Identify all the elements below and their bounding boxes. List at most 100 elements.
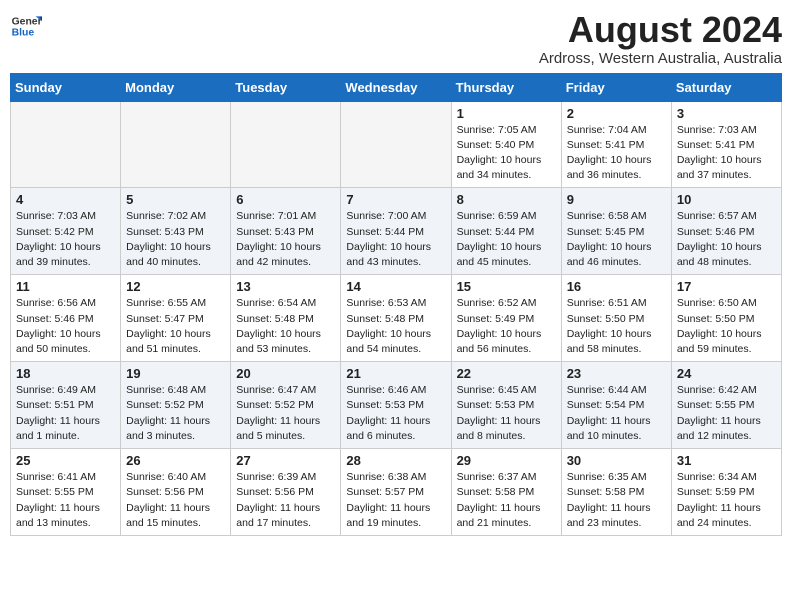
calendar-week-row: 25 Sunrise: 6:41 AM Sunset: 5:55 PM Dayli… (11, 449, 782, 536)
day-number: 28 (346, 453, 445, 468)
calendar-table: SundayMondayTuesdayWednesdayThursdayFrid… (10, 73, 782, 536)
day-info: Sunrise: 6:49 AM Sunset: 5:51 PM Dayligh… (16, 383, 115, 444)
weekday-header-sunday: Sunday (11, 73, 121, 101)
day-info: Sunrise: 6:44 AM Sunset: 5:54 PM Dayligh… (567, 383, 666, 444)
day-info: Sunrise: 6:37 AM Sunset: 5:58 PM Dayligh… (457, 470, 556, 531)
day-number: 10 (677, 192, 776, 207)
day-info: Sunrise: 7:03 AM Sunset: 5:41 PM Dayligh… (677, 123, 776, 184)
day-info: Sunrise: 6:58 AM Sunset: 5:45 PM Dayligh… (567, 209, 666, 270)
day-number: 19 (126, 366, 225, 381)
day-number: 26 (126, 453, 225, 468)
calendar-cell: 12 Sunrise: 6:55 AM Sunset: 5:47 PM Dayli… (121, 275, 231, 362)
calendar-subtitle: Ardross, Western Australia, Australia (539, 50, 782, 67)
calendar-cell: 23 Sunrise: 6:44 AM Sunset: 5:54 PM Dayli… (561, 362, 671, 449)
svg-text:General: General (12, 16, 42, 27)
day-info: Sunrise: 7:05 AM Sunset: 5:40 PM Dayligh… (457, 123, 556, 184)
calendar-week-row: 1 Sunrise: 7:05 AM Sunset: 5:40 PM Daylig… (11, 101, 782, 188)
calendar-cell: 15 Sunrise: 6:52 AM Sunset: 5:49 PM Dayli… (451, 275, 561, 362)
calendar-cell: 10Sunrise: 6:57 AM Sunset: 5:46 PM Dayli… (671, 188, 781, 275)
day-info: Sunrise: 7:02 AM Sunset: 5:43 PM Dayligh… (126, 209, 225, 270)
weekday-header-wednesday: Wednesday (341, 73, 451, 101)
weekday-header-tuesday: Tuesday (231, 73, 341, 101)
weekday-header-row: SundayMondayTuesdayWednesdayThursdayFrid… (11, 73, 782, 101)
day-number: 29 (457, 453, 556, 468)
day-number: 5 (126, 192, 225, 207)
day-number: 2 (567, 106, 666, 121)
day-info: Sunrise: 7:03 AM Sunset: 5:42 PM Dayligh… (16, 209, 115, 270)
calendar-cell: 16Sunrise: 6:51 AM Sunset: 5:50 PM Dayli… (561, 275, 671, 362)
day-info: Sunrise: 6:46 AM Sunset: 5:53 PM Dayligh… (346, 383, 445, 444)
day-number: 17 (677, 279, 776, 294)
day-number: 24 (677, 366, 776, 381)
day-number: 1 (457, 106, 556, 121)
day-number: 14 (346, 279, 445, 294)
calendar-cell: 9 Sunrise: 6:58 AM Sunset: 5:45 PM Daylig… (561, 188, 671, 275)
calendar-cell: 20 Sunrise: 6:47 AM Sunset: 5:52 PM Dayli… (231, 362, 341, 449)
calendar-cell: 24Sunrise: 6:42 AM Sunset: 5:55 PM Dayli… (671, 362, 781, 449)
calendar-cell: 19 Sunrise: 6:48 AM Sunset: 5:52 PM Dayli… (121, 362, 231, 449)
logo: General Blue (10, 10, 42, 42)
day-info: Sunrise: 6:45 AM Sunset: 5:53 PM Dayligh… (457, 383, 556, 444)
calendar-cell: 13Sunrise: 6:54 AM Sunset: 5:48 PM Dayli… (231, 275, 341, 362)
day-number: 9 (567, 192, 666, 207)
day-number: 8 (457, 192, 556, 207)
day-info: Sunrise: 6:56 AM Sunset: 5:46 PM Dayligh… (16, 296, 115, 357)
calendar-cell: 2 Sunrise: 7:04 AM Sunset: 5:41 PM Daylig… (561, 101, 671, 188)
calendar-cell: 17 Sunrise: 6:50 AM Sunset: 5:50 PM Dayli… (671, 275, 781, 362)
calendar-cell (121, 101, 231, 188)
logo-icon: General Blue (10, 10, 42, 42)
day-info: Sunrise: 6:54 AM Sunset: 5:48 PM Dayligh… (236, 296, 335, 357)
day-number: 30 (567, 453, 666, 468)
page-header: General Blue August 2024 Ardross, Wester… (10, 10, 782, 67)
day-info: Sunrise: 6:39 AM Sunset: 5:56 PM Dayligh… (236, 470, 335, 531)
day-info: Sunrise: 7:01 AM Sunset: 5:43 PM Dayligh… (236, 209, 335, 270)
calendar-cell: 11 Sunrise: 6:56 AM Sunset: 5:46 PM Dayli… (11, 275, 121, 362)
day-info: Sunrise: 7:00 AM Sunset: 5:44 PM Dayligh… (346, 209, 445, 270)
calendar-title: August 2024 (539, 10, 782, 50)
calendar-week-row: 11 Sunrise: 6:56 AM Sunset: 5:46 PM Dayli… (11, 275, 782, 362)
day-number: 20 (236, 366, 335, 381)
calendar-cell: 18 Sunrise: 6:49 AM Sunset: 5:51 PM Dayli… (11, 362, 121, 449)
day-number: 4 (16, 192, 115, 207)
day-number: 3 (677, 106, 776, 121)
calendar-cell: 27Sunrise: 6:39 AM Sunset: 5:56 PM Dayli… (231, 449, 341, 536)
calendar-cell: 7 Sunrise: 7:00 AM Sunset: 5:44 PM Daylig… (341, 188, 451, 275)
calendar-cell: 1 Sunrise: 7:05 AM Sunset: 5:40 PM Daylig… (451, 101, 561, 188)
day-info: Sunrise: 6:59 AM Sunset: 5:44 PM Dayligh… (457, 209, 556, 270)
day-info: Sunrise: 6:38 AM Sunset: 5:57 PM Dayligh… (346, 470, 445, 531)
day-info: Sunrise: 7:04 AM Sunset: 5:41 PM Dayligh… (567, 123, 666, 184)
calendar-cell: 28 Sunrise: 6:38 AM Sunset: 5:57 PM Dayli… (341, 449, 451, 536)
day-number: 18 (16, 366, 115, 381)
calendar-cell: 25 Sunrise: 6:41 AM Sunset: 5:55 PM Dayli… (11, 449, 121, 536)
day-info: Sunrise: 6:51 AM Sunset: 5:50 PM Dayligh… (567, 296, 666, 357)
day-info: Sunrise: 6:41 AM Sunset: 5:55 PM Dayligh… (16, 470, 115, 531)
day-info: Sunrise: 6:40 AM Sunset: 5:56 PM Dayligh… (126, 470, 225, 531)
day-number: 6 (236, 192, 335, 207)
day-info: Sunrise: 6:34 AM Sunset: 5:59 PM Dayligh… (677, 470, 776, 531)
calendar-week-row: 18 Sunrise: 6:49 AM Sunset: 5:51 PM Dayli… (11, 362, 782, 449)
calendar-cell: 21Sunrise: 6:46 AM Sunset: 5:53 PM Dayli… (341, 362, 451, 449)
day-number: 15 (457, 279, 556, 294)
day-number: 11 (16, 279, 115, 294)
day-info: Sunrise: 6:48 AM Sunset: 5:52 PM Dayligh… (126, 383, 225, 444)
calendar-week-row: 4 Sunrise: 7:03 AM Sunset: 5:42 PM Daylig… (11, 188, 782, 275)
calendar-cell: 5 Sunrise: 7:02 AM Sunset: 5:43 PM Daylig… (121, 188, 231, 275)
day-info: Sunrise: 6:50 AM Sunset: 5:50 PM Dayligh… (677, 296, 776, 357)
title-block: August 2024 Ardross, Western Australia, … (539, 10, 782, 67)
calendar-cell: 6 Sunrise: 7:01 AM Sunset: 5:43 PM Daylig… (231, 188, 341, 275)
day-info: Sunrise: 6:52 AM Sunset: 5:49 PM Dayligh… (457, 296, 556, 357)
calendar-cell: 3 Sunrise: 7:03 AM Sunset: 5:41 PM Daylig… (671, 101, 781, 188)
calendar-cell: 4 Sunrise: 7:03 AM Sunset: 5:42 PM Daylig… (11, 188, 121, 275)
day-number: 25 (16, 453, 115, 468)
weekday-header-thursday: Thursday (451, 73, 561, 101)
day-number: 23 (567, 366, 666, 381)
day-info: Sunrise: 6:55 AM Sunset: 5:47 PM Dayligh… (126, 296, 225, 357)
calendar-cell: 29 Sunrise: 6:37 AM Sunset: 5:58 PM Dayli… (451, 449, 561, 536)
day-info: Sunrise: 6:47 AM Sunset: 5:52 PM Dayligh… (236, 383, 335, 444)
day-number: 12 (126, 279, 225, 294)
day-number: 7 (346, 192, 445, 207)
calendar-cell: 31Sunrise: 6:34 AM Sunset: 5:59 PM Dayli… (671, 449, 781, 536)
calendar-cell (11, 101, 121, 188)
calendar-cell: 14Sunrise: 6:53 AM Sunset: 5:48 PM Dayli… (341, 275, 451, 362)
calendar-cell (341, 101, 451, 188)
